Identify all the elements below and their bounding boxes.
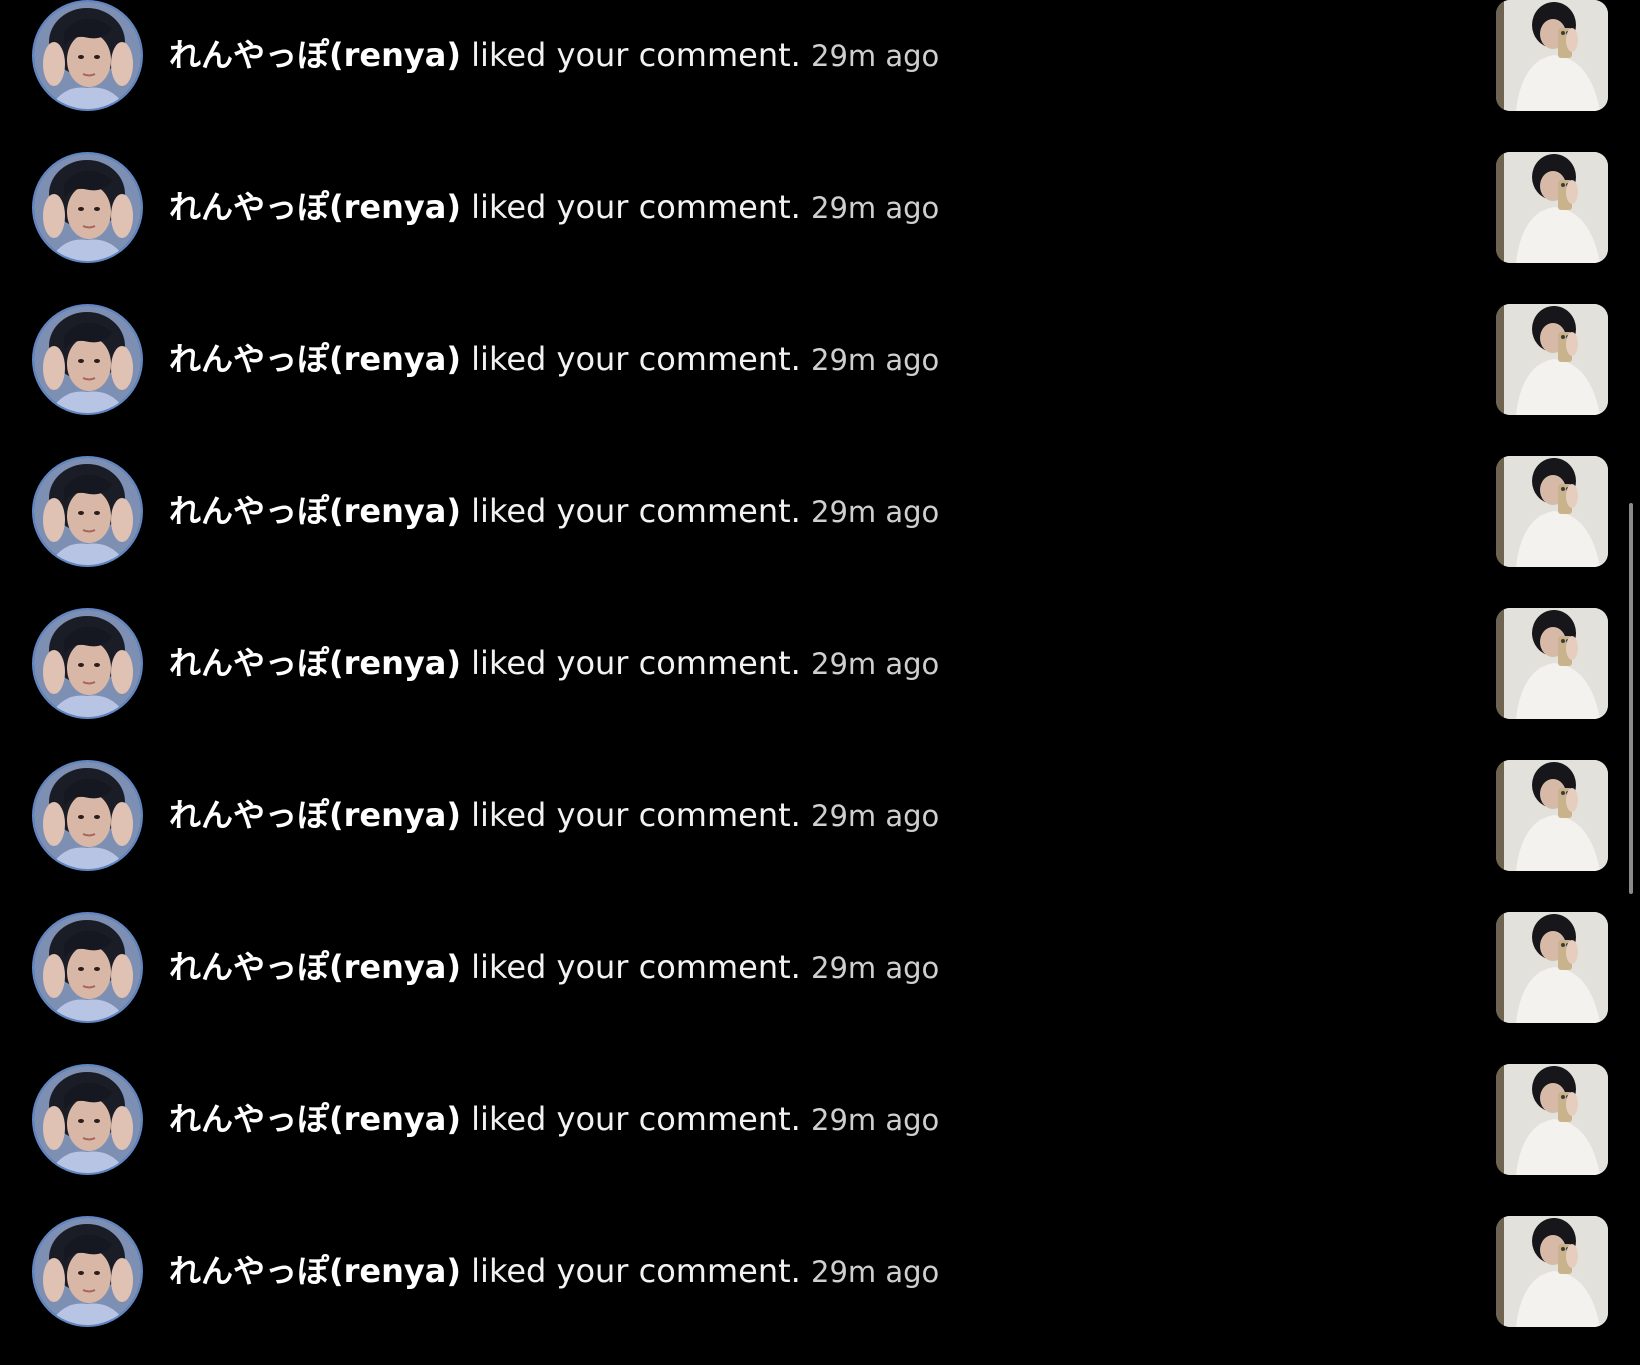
- user-avatar[interactable]: [32, 912, 143, 1023]
- notification-row[interactable]: れんやっぽ(renya) liked your comment. 29m ago: [0, 0, 1640, 149]
- scrollbar[interactable]: [1629, 503, 1633, 894]
- username-link[interactable]: れんやっぽ(renya): [169, 796, 461, 834]
- username-link[interactable]: れんやっぽ(renya): [169, 1100, 461, 1138]
- notification-text: れんやっぽ(renya) liked your comment. 29m ago: [169, 1249, 939, 1294]
- notification-row[interactable]: れんやっぽ(renya) liked your comment. 29m ago: [0, 605, 1640, 757]
- post-thumbnail[interactable]: [1496, 1064, 1608, 1175]
- notification-row[interactable]: れんやっぽ(renya) liked your comment. 29m ago: [0, 757, 1640, 909]
- timestamp: 29m ago: [811, 343, 940, 377]
- notification-action: liked your comment.: [460, 188, 801, 226]
- user-avatar[interactable]: [32, 304, 143, 415]
- timestamp: 29m ago: [811, 951, 940, 985]
- username-link[interactable]: れんやっぽ(renya): [169, 492, 461, 530]
- username-link[interactable]: れんやっぽ(renya): [169, 644, 461, 682]
- notification-text: れんやっぽ(renya) liked your comment. 29m ago: [169, 641, 939, 686]
- username-link[interactable]: れんやっぽ(renya): [169, 36, 461, 74]
- notification-row[interactable]: れんやっぽ(renya) liked your comment. 29m ago: [0, 1213, 1640, 1365]
- user-avatar[interactable]: [32, 152, 143, 263]
- notification-action: liked your comment.: [460, 340, 801, 378]
- notification-text: れんやっぽ(renya) liked your comment. 29m ago: [169, 185, 939, 230]
- post-thumbnail[interactable]: [1496, 760, 1608, 871]
- username-link[interactable]: れんやっぽ(renya): [169, 340, 461, 378]
- notification-text: れんやっぽ(renya) liked your comment. 29m ago: [169, 489, 939, 534]
- post-thumbnail[interactable]: [1496, 0, 1608, 111]
- notification-action: liked your comment.: [460, 948, 801, 986]
- post-thumbnail[interactable]: [1496, 1216, 1608, 1327]
- post-thumbnail[interactable]: [1496, 608, 1608, 719]
- user-avatar[interactable]: [32, 0, 143, 111]
- notification-text: れんやっぽ(renya) liked your comment. 29m ago: [169, 793, 939, 838]
- notification-row[interactable]: れんやっぽ(renya) liked your comment. 29m ago: [0, 301, 1640, 453]
- notification-text: れんやっぽ(renya) liked your comment. 29m ago: [169, 33, 939, 78]
- notification-action: liked your comment.: [460, 492, 801, 530]
- post-thumbnail[interactable]: [1496, 152, 1608, 263]
- user-avatar[interactable]: [32, 456, 143, 567]
- notification-action: liked your comment.: [460, 1252, 801, 1290]
- notification-action: liked your comment.: [460, 644, 801, 682]
- username-link[interactable]: れんやっぽ(renya): [169, 948, 461, 986]
- user-avatar[interactable]: [32, 760, 143, 871]
- timestamp: 29m ago: [811, 39, 940, 73]
- notification-action: liked your comment.: [460, 1100, 801, 1138]
- timestamp: 29m ago: [811, 1255, 940, 1289]
- timestamp: 29m ago: [811, 191, 940, 225]
- notification-list: れんやっぽ(renya) liked your comment. 29m ago: [0, 0, 1640, 1365]
- user-avatar[interactable]: [32, 1216, 143, 1327]
- notification-action: liked your comment.: [460, 796, 801, 834]
- notification-text: れんやっぽ(renya) liked your comment. 29m ago: [169, 945, 939, 990]
- username-link[interactable]: れんやっぽ(renya): [169, 1252, 461, 1290]
- notification-text: れんやっぽ(renya) liked your comment. 29m ago: [169, 337, 939, 382]
- timestamp: 29m ago: [811, 647, 940, 681]
- timestamp: 29m ago: [811, 799, 940, 833]
- notification-row[interactable]: れんやっぽ(renya) liked your comment. 29m ago: [0, 149, 1640, 301]
- notification-row[interactable]: れんやっぽ(renya) liked your comment. 29m ago: [0, 909, 1640, 1061]
- notification-action: liked your comment.: [460, 36, 801, 74]
- user-avatar[interactable]: [32, 1064, 143, 1175]
- user-avatar[interactable]: [32, 608, 143, 719]
- post-thumbnail[interactable]: [1496, 456, 1608, 567]
- timestamp: 29m ago: [811, 1103, 940, 1137]
- post-thumbnail[interactable]: [1496, 912, 1608, 1023]
- post-thumbnail[interactable]: [1496, 304, 1608, 415]
- timestamp: 29m ago: [811, 495, 940, 529]
- notification-row[interactable]: れんやっぽ(renya) liked your comment. 29m ago: [0, 1061, 1640, 1213]
- notification-row[interactable]: れんやっぽ(renya) liked your comment. 29m ago: [0, 453, 1640, 605]
- username-link[interactable]: れんやっぽ(renya): [169, 188, 461, 226]
- notification-text: れんやっぽ(renya) liked your comment. 29m ago: [169, 1097, 939, 1142]
